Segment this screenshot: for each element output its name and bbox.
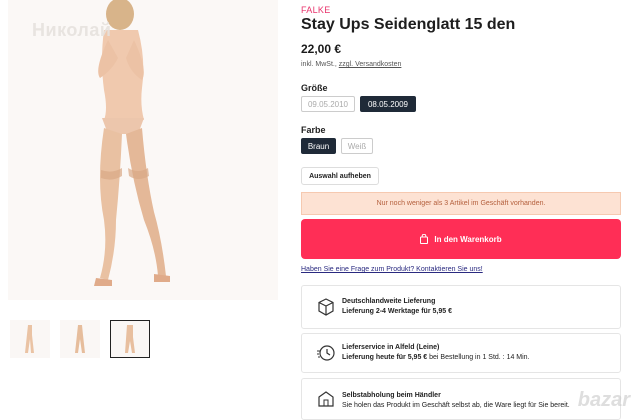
contact-question-link[interactable]: Haben Sie eine Frage zum Produkt? Kontak… [301,266,483,273]
delivery-text: Lieferservice in Alfeld (Leine) Lieferun… [342,343,530,363]
thumbnail-image [125,325,135,353]
delivery-detail: Lieferung heute für 5,95 € bei Bestellun… [342,353,530,363]
store-pickup-icon [318,391,334,407]
delivery-detail: Sie holen das Produkt im Geschäft selbst… [342,402,570,409]
model-legs-image [8,0,278,300]
thumbnail-strip [10,320,150,358]
delivery-text: Selbstabholung beim Händler Sie holen da… [342,391,570,411]
add-to-cart-button[interactable]: In den Warenkorb [301,219,621,259]
shipping-costs-link[interactable]: zzgl. Versandkosten [339,61,402,68]
shopping-bag-icon [420,234,429,244]
tax-info: inkl. MwSt., zzgl. Versandkosten [301,61,401,68]
delivery-text: Deutschlandweite Lieferung Lieferung 2-4… [342,297,452,317]
delivery-detail-bold: Lieferung heute für 5,95 € [342,354,428,361]
main-product-image[interactable]: Николай [8,0,278,300]
brand-label[interactable]: FALKE [301,5,331,15]
reset-selection-button[interactable]: Auswahl aufheben [301,167,379,185]
delivery-option-pickup: Selbstabholung beim Händler Sie holen da… [301,378,621,420]
thumbnail-image [75,325,85,353]
add-to-cart-label: In den Warenkorb [434,234,502,244]
thumbnail-1[interactable] [10,320,50,358]
product-price: 22,00 € [301,42,342,56]
size-label: Größe [301,83,328,93]
delivery-option-germany: Deutschlandweite Lieferung Lieferung 2-4… [301,285,621,329]
package-icon [318,298,334,316]
delivery-option-local: Lieferservice in Alfeld (Leine) Lieferun… [301,333,621,373]
thumbnail-image [25,325,34,353]
thumbnail-3-active[interactable] [110,320,150,358]
product-title: Stay Ups Seidenglatt 15 den [301,16,516,33]
thumbnail-2[interactable] [60,320,100,358]
delivery-detail: Lieferung 2-4 Werktage für 5,95 € [342,308,452,315]
delivery-title: Lieferservice in Alfeld (Leine) [342,344,440,351]
delivery-title: Selbstabholung beim Händler [342,392,441,399]
watermark-text: Николай [32,20,112,40]
size-option-2-selected[interactable]: 08.05.2009 [360,96,416,112]
delivery-title: Deutschlandweite Lieferung [342,298,436,305]
color-option-braun-selected[interactable]: Braun [301,138,336,154]
color-option-weiss[interactable]: Weiß [341,138,373,154]
size-option-1[interactable]: 09.05.2010 [301,96,355,112]
fast-clock-icon [317,345,335,361]
product-gallery: Николай [0,0,290,420]
delivery-detail-rest: bei Bestellung in 1 Std. : 14 Min. [427,354,530,361]
color-label: Farbe [301,125,326,135]
watermark-bottom: bazar [577,389,630,411]
stock-notice: Nur noch weniger als 3 Artikel im Geschä… [301,192,621,215]
tax-prefix: inkl. MwSt., [301,61,339,68]
